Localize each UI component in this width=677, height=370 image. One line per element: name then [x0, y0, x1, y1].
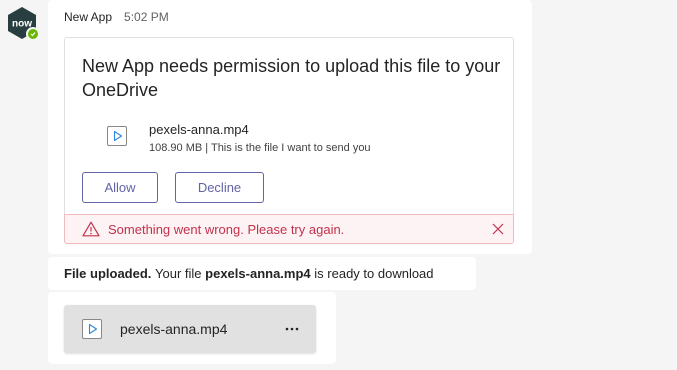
file-info: pexels-anna.mp4 108.90 MB | This is the … [105, 122, 371, 155]
status-bold-prefix: File uploaded. [64, 266, 152, 281]
message-header: New App 5:02 PM [64, 10, 169, 24]
more-options-icon [285, 327, 299, 331]
allow-button[interactable]: Allow [82, 172, 158, 203]
decline-button[interactable]: Decline [175, 172, 264, 203]
permission-card: New App needs permission to upload this … [64, 37, 514, 244]
available-check-icon [26, 27, 40, 41]
status-text-middle: Your file [155, 266, 202, 281]
upload-status-message: File uploaded. Your file pexels-anna.mp4… [48, 257, 476, 290]
message-timestamp: 5:02 PM [124, 10, 169, 24]
error-banner: Something went wrong. Please try again. [64, 214, 514, 244]
more-options-button[interactable] [282, 319, 302, 339]
bot-avatar[interactable]: now [5, 6, 40, 41]
message-bubble: New App 5:02 PM New App needs permission… [48, 0, 532, 254]
attachment-bubble: pexels-anna.mp4 [48, 292, 336, 364]
attachment-file-name: pexels-anna.mp4 [120, 321, 228, 337]
status-file-name: pexels-anna.mp4 [205, 266, 311, 281]
warning-triangle-icon [82, 221, 100, 237]
status-text-suffix: is ready to download [314, 266, 434, 281]
error-message: Something went wrong. Please try again. [108, 221, 345, 237]
video-file-icon [107, 126, 127, 146]
card-title: New App needs permission to upload this … [82, 56, 501, 100]
video-file-icon [82, 319, 102, 339]
file-description: 108.90 MB | This is the file I want to s… [149, 142, 371, 154]
file-attachment-card[interactable]: pexels-anna.mp4 [64, 305, 316, 353]
close-icon[interactable] [492, 223, 504, 235]
sender-name[interactable]: New App [64, 10, 112, 24]
file-name: pexels-anna.mp4 [149, 122, 249, 137]
